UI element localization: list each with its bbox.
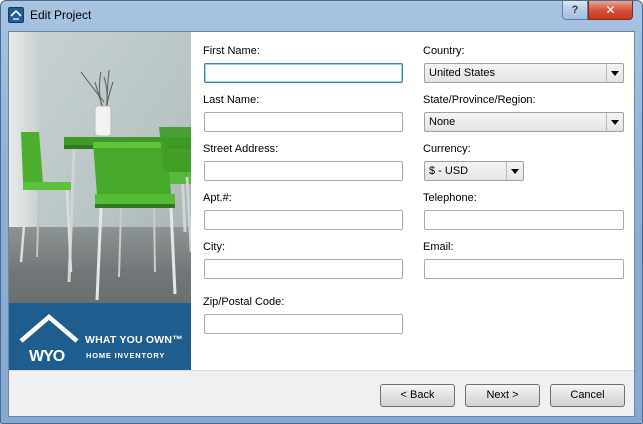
apt-field[interactable] — [204, 210, 403, 230]
brand-subtitle: HOME INVENTORY — [86, 351, 166, 360]
telephone-field[interactable] — [424, 210, 624, 230]
button-bar: < Back Next > Cancel — [9, 370, 634, 416]
country-select[interactable]: United States — [424, 63, 624, 83]
city-field[interactable] — [204, 259, 403, 279]
country-label: Country: — [423, 45, 465, 57]
chevron-down-icon[interactable] — [606, 64, 623, 82]
street-address-label: Street Address: — [203, 143, 279, 155]
email-field[interactable] — [424, 259, 624, 279]
cancel-button[interactable]: Cancel — [550, 384, 625, 407]
dining-room-photo — [9, 32, 191, 303]
zip-field[interactable] — [204, 314, 403, 334]
title-bar[interactable]: Edit Project ? ✕ — [1, 1, 642, 30]
help-button[interactable]: ? — [562, 1, 588, 20]
email-label: Email: — [423, 241, 454, 253]
state-select[interactable]: None — [424, 112, 624, 132]
chevron-down-icon[interactable] — [506, 162, 523, 180]
first-name-label: First Name: — [203, 45, 260, 57]
first-name-field[interactable] — [204, 63, 403, 83]
window-title: Edit Project — [30, 8, 92, 22]
hero-panel: WYO WHAT YOU OWN™ HOME INVENTORY — [9, 32, 191, 370]
city-label: City: — [203, 241, 225, 253]
apt-label: Apt.#: — [203, 192, 232, 204]
state-value: None — [429, 116, 456, 128]
telephone-label: Telephone: — [423, 192, 477, 204]
last-name-field[interactable] — [204, 112, 403, 132]
brand-banner: WYO WHAT YOU OWN™ HOME INVENTORY — [9, 303, 191, 370]
close-button[interactable]: ✕ — [588, 1, 633, 20]
edit-project-window: Edit Project ? ✕ WYO WHAT YOU OWN™ HOME … — [0, 0, 643, 424]
state-label: State/Province/Region: — [423, 94, 536, 106]
chevron-down-icon[interactable] — [606, 113, 623, 131]
dialog-client-area: WYO WHAT YOU OWN™ HOME INVENTORY First N… — [8, 31, 635, 417]
zip-label: Zip/Postal Code: — [203, 296, 285, 308]
currency-label: Currency: — [423, 143, 471, 155]
currency-value: $ - USD — [429, 165, 469, 177]
wyo-house-icon — [8, 7, 24, 23]
back-button[interactable]: < Back — [380, 384, 455, 407]
svg-text:WYO: WYO — [29, 348, 65, 363]
next-button[interactable]: Next > — [465, 384, 540, 407]
brand-name: WHAT YOU OWN™ — [85, 334, 183, 346]
currency-select[interactable]: $ - USD — [424, 161, 524, 181]
wyo-logo: WYO — [19, 314, 79, 363]
country-value: United States — [429, 67, 496, 79]
last-name-label: Last Name: — [203, 94, 260, 106]
street-address-field[interactable] — [204, 161, 403, 181]
